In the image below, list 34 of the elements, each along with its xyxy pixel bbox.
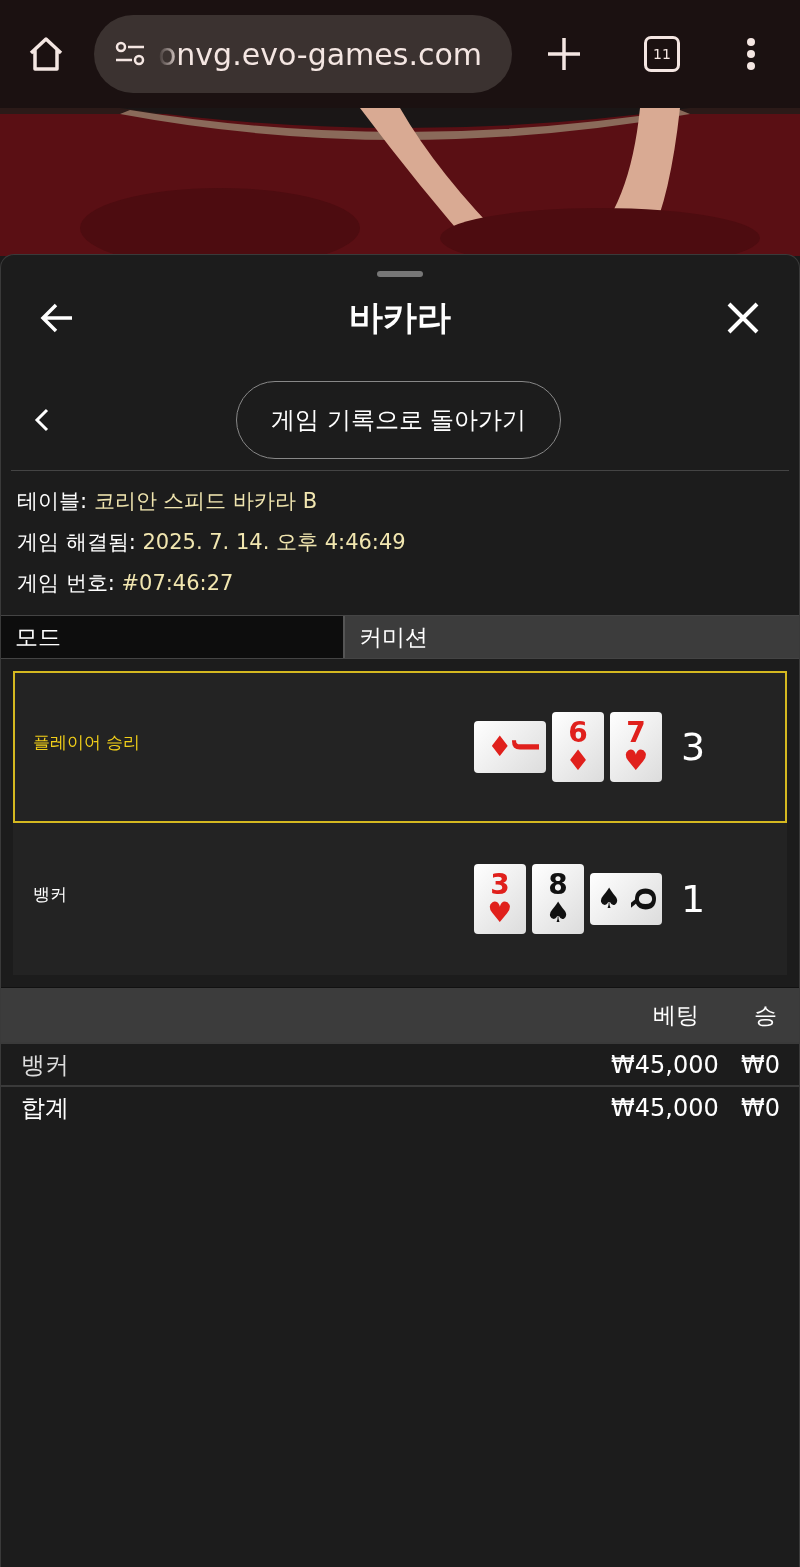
table-cell-text: ₩0 (740, 1050, 781, 1079)
playing-card: ♠ Q (590, 873, 662, 925)
playing-card: 3 ♥ (474, 864, 526, 934)
chevron-left-icon[interactable] (33, 408, 51, 432)
tab-count[interactable]: 11 (644, 36, 680, 72)
back-to-history-button[interactable]: 게임 기록으로 돌아가기 (236, 381, 562, 459)
drag-handle[interactable] (377, 271, 423, 277)
table-cell-text: ₩45,000 (610, 1093, 720, 1122)
plus-icon[interactable] (546, 36, 582, 72)
playing-card: 6 ♦ (552, 712, 604, 782)
address-bar[interactable]: onvg.evo-games.com (94, 15, 512, 93)
site-settings-icon (114, 40, 146, 68)
hand-label: 플레이어 승리 (33, 731, 142, 754)
playing-card: ♦ J (474, 721, 546, 773)
sheet-title: 바카라 (349, 296, 451, 339)
hand-total: 1 (681, 877, 706, 921)
playing-card: 7 ♥ (610, 712, 662, 782)
close-icon[interactable] (725, 300, 761, 336)
hand-total: 3 (681, 725, 706, 769)
column-header: 베팅 (652, 1000, 700, 1030)
table-cell-text: ₩45,000 (610, 1050, 720, 1079)
hand-label: 뱅커 (33, 883, 68, 906)
playing-card: 8 ♠ (532, 864, 584, 934)
table-cell-text: ₩0 (740, 1093, 781, 1122)
info-line: 테이블: 코리안 스피드 바카라 B (17, 488, 319, 515)
column-header: 커미션 (345, 616, 799, 658)
column-header: 승 (753, 1000, 778, 1030)
column-header: 모드 (1, 616, 345, 658)
table-cell-text: 합계 (20, 1092, 70, 1124)
info-line: 게임 번호: #07:46:27 (17, 570, 235, 597)
url-text: onvg.evo-games.com (158, 36, 482, 72)
more-icon[interactable] (746, 37, 756, 71)
table-cell-text: 뱅커 (20, 1049, 70, 1081)
info-line: 게임 해결됨: 2025. 7. 14. 오후 4:46:49 (17, 529, 407, 556)
